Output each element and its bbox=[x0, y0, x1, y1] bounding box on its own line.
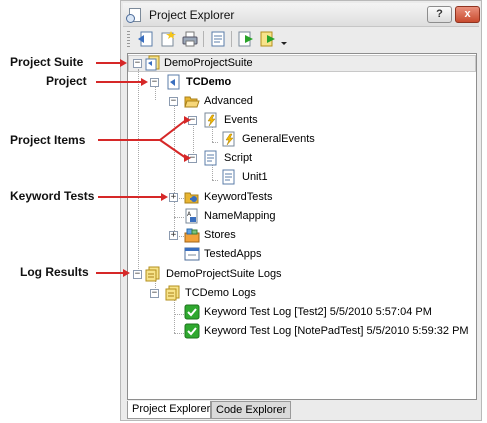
callout-arrow-icon bbox=[184, 116, 191, 124]
tree-line bbox=[212, 126, 213, 142]
logs-folder-icon bbox=[145, 266, 161, 282]
unit-icon bbox=[221, 169, 237, 185]
toolbar-grip[interactable] bbox=[127, 31, 130, 47]
project-suite-icon bbox=[145, 55, 161, 71]
project-explorer-icon bbox=[126, 8, 141, 23]
events-icon bbox=[203, 112, 219, 128]
name-mapping-icon: A bbox=[184, 208, 200, 224]
keyword-tests-icon bbox=[184, 189, 200, 205]
callout-project: Project bbox=[46, 74, 87, 88]
tree-line bbox=[138, 69, 139, 275]
tree-line bbox=[212, 142, 218, 143]
callout-line bbox=[98, 196, 162, 198]
collapse-toggle[interactable]: − bbox=[150, 78, 159, 87]
explorer-tabs: Project Explorer Code Explorer bbox=[127, 401, 477, 419]
tree-line bbox=[174, 314, 184, 315]
callout-project-items: Project Items bbox=[10, 133, 86, 147]
tree-node-general-events[interactable]: GeneralEvents bbox=[242, 133, 315, 146]
tree-node-log-notepad[interactable]: Keyword Test Log [NotePadTest] 5/5/2010 … bbox=[204, 325, 469, 338]
print-icon[interactable] bbox=[181, 30, 199, 48]
tree-node-suite-logs[interactable]: DemoProjectSuite Logs bbox=[166, 268, 282, 281]
properties-icon[interactable] bbox=[209, 30, 227, 48]
tree-node-name-mapping[interactable]: NameMapping bbox=[204, 210, 276, 223]
success-check-icon bbox=[184, 304, 200, 320]
help-button[interactable]: ? bbox=[427, 6, 452, 23]
tree-node-keyword-tests[interactable]: KeywordTests bbox=[204, 191, 272, 204]
callout-line bbox=[96, 272, 124, 274]
project-explorer-panel: Project Explorer ? x − DemoProjectSuite … bbox=[120, 0, 482, 421]
go-to-editor-icon[interactable] bbox=[137, 30, 155, 48]
tested-apps-icon bbox=[184, 246, 200, 262]
project-tree[interactable]: − DemoProjectSuite − TCDemo − Advanced −… bbox=[127, 53, 477, 400]
tree-node-log-test2[interactable]: Keyword Test Log [Test2] 5/5/2010 5:57:0… bbox=[204, 306, 432, 319]
expand-toggle[interactable]: + bbox=[169, 193, 178, 202]
panel-title: Project Explorer bbox=[149, 8, 235, 22]
callout-arrow-icon bbox=[120, 59, 127, 67]
callout-line bbox=[96, 81, 142, 83]
project-logs-icon bbox=[165, 285, 181, 301]
tree-node-unit1[interactable]: Unit1 bbox=[242, 171, 268, 184]
new-item-icon[interactable] bbox=[159, 30, 177, 48]
event-handler-icon bbox=[221, 131, 237, 147]
tree-line bbox=[155, 86, 156, 100]
tree-node-events[interactable]: Events bbox=[224, 114, 258, 127]
expand-toggle[interactable]: + bbox=[169, 231, 178, 240]
stores-icon bbox=[184, 227, 200, 243]
dropdown-arrow-icon[interactable] bbox=[279, 30, 289, 48]
tree-node-tested-apps[interactable]: TestedApps bbox=[204, 248, 261, 261]
panel-toolbar bbox=[123, 27, 479, 51]
close-button[interactable]: x bbox=[455, 6, 480, 23]
callout-arrow-icon bbox=[184, 154, 191, 162]
tree-line bbox=[174, 217, 184, 218]
tree-node-advanced[interactable]: Advanced bbox=[204, 95, 253, 108]
collapse-toggle[interactable]: − bbox=[133, 270, 142, 279]
run-icon[interactable] bbox=[237, 30, 255, 48]
run-project-icon[interactable] bbox=[259, 30, 277, 48]
tree-line bbox=[212, 164, 213, 180]
folder-open-icon bbox=[184, 93, 200, 109]
collapse-toggle[interactable]: − bbox=[169, 97, 178, 106]
success-check-icon bbox=[184, 323, 200, 339]
tree-node-project-logs[interactable]: TCDemo Logs bbox=[185, 287, 256, 300]
callout-project-suite: Project Suite bbox=[10, 55, 84, 69]
callout-line bbox=[96, 62, 121, 64]
script-icon bbox=[203, 150, 219, 166]
project-icon bbox=[165, 74, 181, 90]
toolbar-separator bbox=[203, 31, 204, 47]
tree-node-project[interactable]: TCDemo bbox=[186, 76, 231, 89]
tree-node-stores[interactable]: Stores bbox=[204, 229, 236, 242]
callout-arrow-icon bbox=[123, 269, 130, 277]
callout-arrow-icon bbox=[141, 78, 148, 86]
toolbar-separator bbox=[231, 31, 232, 47]
callout-keyword-tests: Keyword Tests bbox=[10, 189, 95, 203]
tab-project-explorer[interactable]: Project Explorer bbox=[127, 401, 211, 419]
tree-node-script[interactable]: Script bbox=[224, 152, 252, 165]
callout-log-results: Log Results bbox=[20, 265, 89, 279]
tab-code-explorer[interactable]: Code Explorer bbox=[211, 401, 291, 419]
panel-titlebar: Project Explorer ? x bbox=[123, 3, 480, 27]
tree-line bbox=[174, 333, 184, 334]
tree-line bbox=[212, 180, 218, 181]
collapse-toggle[interactable]: − bbox=[133, 59, 142, 68]
callout-arrow-icon bbox=[161, 193, 168, 201]
tree-node-project-suite[interactable]: DemoProjectSuite bbox=[164, 57, 253, 70]
collapse-toggle[interactable]: − bbox=[150, 289, 159, 298]
